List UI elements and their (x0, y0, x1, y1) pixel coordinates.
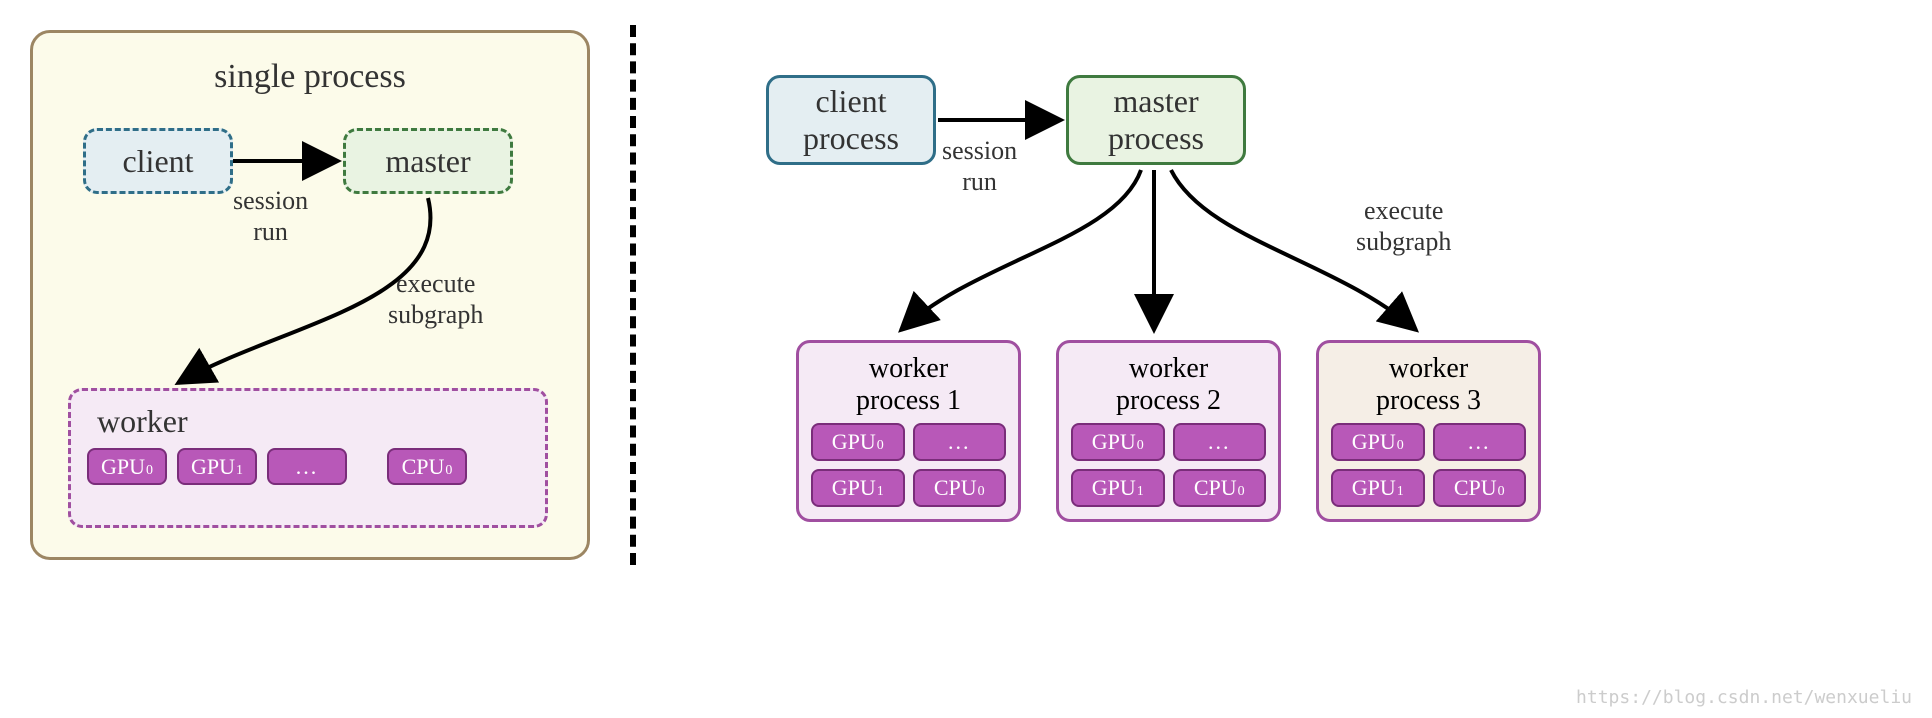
worker-label: worker (97, 403, 188, 440)
worker2-title: worker process 2 (1071, 353, 1266, 417)
cpu0-chip: CPU0 (1433, 469, 1527, 507)
dots-chip: ... (267, 448, 347, 485)
master-label: master (385, 143, 470, 180)
worker-process-1: worker process 1 GPU0 ... GPU1 CPU0 (796, 340, 1021, 522)
gpu0-chip: GPU0 (1331, 423, 1425, 461)
master-process-node: master process (1066, 75, 1246, 165)
master-node: master (343, 128, 513, 194)
chip-row: GPU0 GPU1 ... CPU0 (87, 448, 467, 485)
cpu0-chip: CPU0 (387, 448, 467, 485)
execute-subgraph-label-right: execute subgraph (1356, 195, 1451, 257)
single-process-panel: single process client master session run… (30, 30, 590, 560)
gpu0-chip: GPU0 (87, 448, 167, 485)
dots-chip: ... (1173, 423, 1267, 461)
execute-subgraph-label: execute subgraph (388, 268, 483, 330)
gpu1-chip: GPU1 (1071, 469, 1165, 507)
diagram-root: single process client master session run… (30, 30, 1902, 565)
dots-chip: ... (913, 423, 1007, 461)
gpu1-chip: GPU1 (177, 448, 257, 485)
client-node: client (83, 128, 233, 194)
dots-chip: ... (1433, 423, 1527, 461)
gpu0-chip: GPU0 (1071, 423, 1165, 461)
watermark: https://blog.csdn.net/wenxueliu (1576, 687, 1912, 708)
worker3-title: worker process 3 (1331, 353, 1526, 417)
gpu1-chip: GPU1 (1331, 469, 1425, 507)
divider (630, 25, 636, 565)
client-process-node: client process (766, 75, 936, 165)
client-label: client (122, 143, 193, 180)
session-run-label: session run (233, 185, 308, 247)
gpu1-chip: GPU1 (811, 469, 905, 507)
worker1-title: worker process 1 (811, 353, 1006, 417)
chip-grid: GPU0 ... GPU1 CPU0 (1331, 423, 1526, 507)
panel-title: single process (53, 58, 567, 96)
cpu0-chip: CPU0 (913, 469, 1007, 507)
gpu0-chip: GPU0 (811, 423, 905, 461)
chip-grid: GPU0 ... GPU1 CPU0 (811, 423, 1006, 507)
session-run-label-right: session run (942, 135, 1017, 197)
chip-grid: GPU0 ... GPU1 CPU0 (1071, 423, 1266, 507)
worker-node: worker GPU0 GPU1 ... CPU0 (68, 388, 548, 528)
worker-process-2: worker process 2 GPU0 ... GPU1 CPU0 (1056, 340, 1281, 522)
cpu0-chip: CPU0 (1173, 469, 1267, 507)
distributed-panel: client process master process session ru… (676, 30, 1856, 560)
worker-process-3: worker process 3 GPU0 ... GPU1 CPU0 (1316, 340, 1541, 522)
